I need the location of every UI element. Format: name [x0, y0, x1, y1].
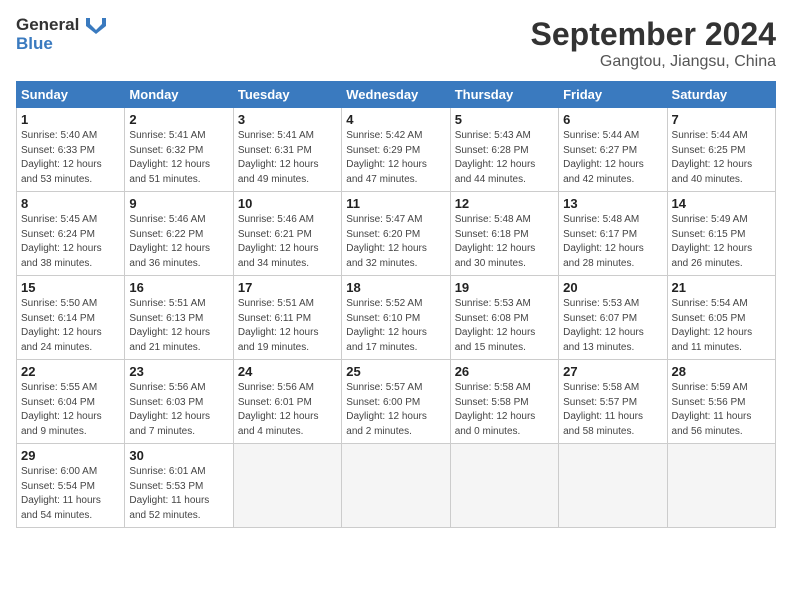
table-row: 15Sunrise: 5:50 AM Sunset: 6:14 PM Dayli…	[17, 276, 125, 360]
table-row: 12Sunrise: 5:48 AM Sunset: 6:18 PM Dayli…	[450, 192, 558, 276]
table-row: 22Sunrise: 5:55 AM Sunset: 6:04 PM Dayli…	[17, 360, 125, 444]
table-row: 26Sunrise: 5:58 AM Sunset: 5:58 PM Dayli…	[450, 360, 558, 444]
logo-blue: Blue	[16, 34, 53, 53]
header-day-saturday: Saturday	[667, 82, 775, 108]
header-day-wednesday: Wednesday	[342, 82, 450, 108]
table-row	[450, 444, 558, 528]
calendar-table: SundayMondayTuesdayWednesdayThursdayFrid…	[16, 81, 776, 528]
table-row: 29Sunrise: 6:00 AM Sunset: 5:54 PM Dayli…	[17, 444, 125, 528]
table-row: 13Sunrise: 5:48 AM Sunset: 6:17 PM Dayli…	[559, 192, 667, 276]
table-row: 21Sunrise: 5:54 AM Sunset: 6:05 PM Dayli…	[667, 276, 775, 360]
table-row: 30Sunrise: 6:01 AM Sunset: 5:53 PM Dayli…	[125, 444, 233, 528]
calendar-week-1: 1Sunrise: 5:40 AM Sunset: 6:33 PM Daylig…	[17, 108, 776, 192]
table-row: 23Sunrise: 5:56 AM Sunset: 6:03 PM Dayli…	[125, 360, 233, 444]
table-row: 18Sunrise: 5:52 AM Sunset: 6:10 PM Dayli…	[342, 276, 450, 360]
table-row: 28Sunrise: 5:59 AM Sunset: 5:56 PM Dayli…	[667, 360, 775, 444]
location-title: Gangtou, Jiangsu, China	[531, 53, 776, 71]
table-row: 19Sunrise: 5:53 AM Sunset: 6:08 PM Dayli…	[450, 276, 558, 360]
table-row: 24Sunrise: 5:56 AM Sunset: 6:01 PM Dayli…	[233, 360, 341, 444]
table-row: 9Sunrise: 5:46 AM Sunset: 6:22 PM Daylig…	[125, 192, 233, 276]
table-row	[667, 444, 775, 528]
table-row: 7Sunrise: 5:44 AM Sunset: 6:25 PM Daylig…	[667, 108, 775, 192]
table-row: 3Sunrise: 5:41 AM Sunset: 6:31 PM Daylig…	[233, 108, 341, 192]
logo: General Blue	[16, 16, 106, 53]
logo-text: General Blue	[16, 16, 106, 53]
table-row: 5Sunrise: 5:43 AM Sunset: 6:28 PM Daylig…	[450, 108, 558, 192]
title-area: September 2024 Gangtou, Jiangsu, China	[531, 16, 776, 71]
table-row: 11Sunrise: 5:47 AM Sunset: 6:20 PM Dayli…	[342, 192, 450, 276]
header-day-thursday: Thursday	[450, 82, 558, 108]
table-row: 20Sunrise: 5:53 AM Sunset: 6:07 PM Dayli…	[559, 276, 667, 360]
header-day-friday: Friday	[559, 82, 667, 108]
table-row: 14Sunrise: 5:49 AM Sunset: 6:15 PM Dayli…	[667, 192, 775, 276]
table-row	[342, 444, 450, 528]
logo-arrow-icon	[86, 18, 106, 34]
table-row: 25Sunrise: 5:57 AM Sunset: 6:00 PM Dayli…	[342, 360, 450, 444]
table-row: 16Sunrise: 5:51 AM Sunset: 6:13 PM Dayli…	[125, 276, 233, 360]
table-row	[559, 444, 667, 528]
header-day-sunday: Sunday	[17, 82, 125, 108]
header-day-monday: Monday	[125, 82, 233, 108]
table-row: 2Sunrise: 5:41 AM Sunset: 6:32 PM Daylig…	[125, 108, 233, 192]
table-row: 27Sunrise: 5:58 AM Sunset: 5:57 PM Dayli…	[559, 360, 667, 444]
calendar-week-4: 22Sunrise: 5:55 AM Sunset: 6:04 PM Dayli…	[17, 360, 776, 444]
month-title: September 2024	[531, 16, 776, 53]
logo-general: General	[16, 15, 79, 34]
table-row	[233, 444, 341, 528]
calendar-week-2: 8Sunrise: 5:45 AM Sunset: 6:24 PM Daylig…	[17, 192, 776, 276]
header: General Blue September 2024 Gangtou, Jia…	[16, 16, 776, 71]
calendar-week-3: 15Sunrise: 5:50 AM Sunset: 6:14 PM Dayli…	[17, 276, 776, 360]
calendar-header-row: SundayMondayTuesdayWednesdayThursdayFrid…	[17, 82, 776, 108]
header-day-tuesday: Tuesday	[233, 82, 341, 108]
table-row: 8Sunrise: 5:45 AM Sunset: 6:24 PM Daylig…	[17, 192, 125, 276]
table-row: 6Sunrise: 5:44 AM Sunset: 6:27 PM Daylig…	[559, 108, 667, 192]
calendar-week-5: 29Sunrise: 6:00 AM Sunset: 5:54 PM Dayli…	[17, 444, 776, 528]
table-row: 10Sunrise: 5:46 AM Sunset: 6:21 PM Dayli…	[233, 192, 341, 276]
table-row: 17Sunrise: 5:51 AM Sunset: 6:11 PM Dayli…	[233, 276, 341, 360]
table-row: 1Sunrise: 5:40 AM Sunset: 6:33 PM Daylig…	[17, 108, 125, 192]
table-row: 4Sunrise: 5:42 AM Sunset: 6:29 PM Daylig…	[342, 108, 450, 192]
